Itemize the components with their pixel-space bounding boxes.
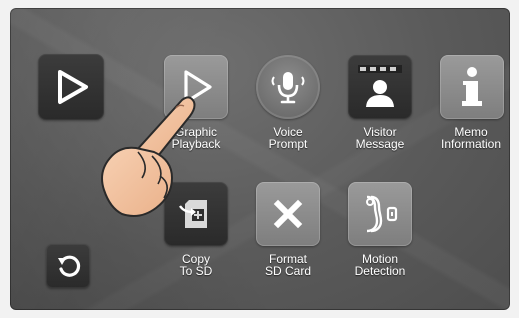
- motion-detection-label-line2: Detection: [354, 264, 406, 278]
- screen: Graphic Playback Voice Prompt Visitor Me…: [10, 8, 510, 310]
- memo-information-button[interactable]: [440, 55, 504, 119]
- play-icon: [184, 70, 212, 104]
- graphic-playback-button[interactable]: [164, 55, 228, 119]
- back-icon: [58, 255, 81, 277]
- back-button[interactable]: [46, 244, 90, 288]
- device-frame: Graphic Playback Voice Prompt Visitor Me…: [0, 0, 519, 318]
- copy-to-sd-label-line2: To SD: [179, 264, 213, 278]
- format-sd-card-button[interactable]: [256, 182, 320, 246]
- motion-detection-label: Motion Detection: [335, 253, 425, 277]
- motion-icon: [366, 195, 398, 233]
- format-sd-card-label: Format SD Card: [243, 253, 333, 277]
- play-icon: [58, 70, 88, 104]
- visitor-message-label-line2: Message: [355, 137, 405, 151]
- copy-to-sd-button[interactable]: [164, 182, 228, 246]
- graphic-playback-label-line2: Playback: [171, 137, 221, 151]
- motion-detection-button[interactable]: [348, 182, 412, 246]
- format-sd-card-label-line2: SD Card: [264, 264, 311, 278]
- voice-prompt-label-line2: Prompt: [268, 137, 308, 151]
- voice-prompt-button[interactable]: [256, 55, 320, 119]
- sd-copy-icon: [179, 200, 207, 228]
- visitor-icon: [358, 65, 402, 107]
- memo-information-label: Memo Information: [422, 126, 510, 150]
- info-icon: [462, 67, 482, 106]
- microphone-icon: [271, 72, 305, 104]
- graphic-playback-label: Graphic Playback: [151, 126, 241, 150]
- visitor-message-label: Visitor Message: [335, 126, 425, 150]
- play-button[interactable]: [38, 54, 104, 120]
- memo-information-label-line2: Information: [440, 137, 502, 151]
- voice-prompt-label: Voice Prompt: [243, 126, 333, 150]
- close-icon: [273, 199, 303, 229]
- visitor-message-button[interactable]: [348, 55, 412, 119]
- copy-to-sd-label: Copy To SD: [151, 253, 241, 277]
